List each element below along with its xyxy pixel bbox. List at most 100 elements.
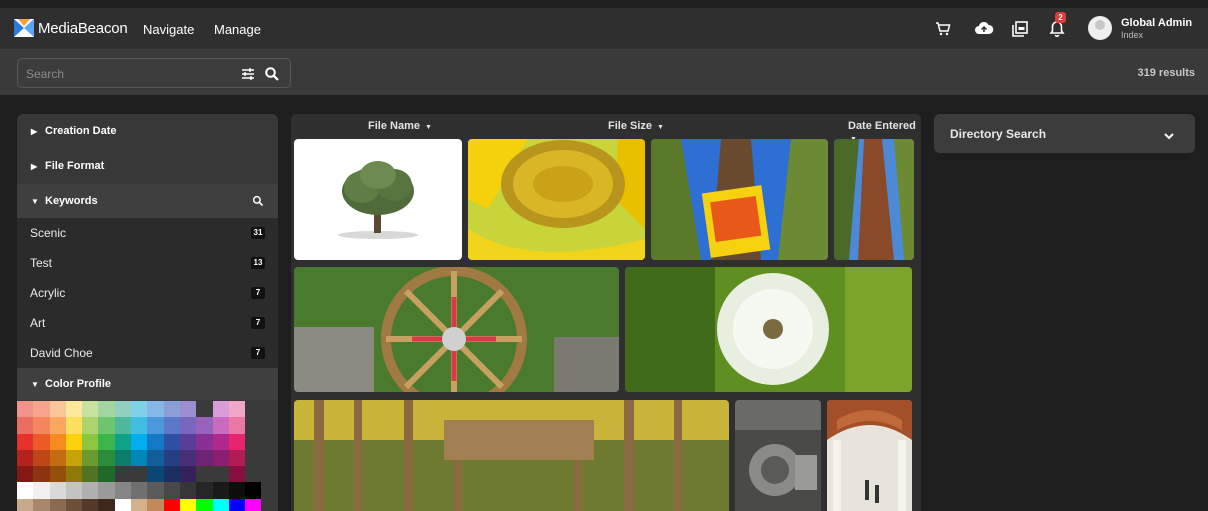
color-swatch[interactable] [98,449,115,467]
color-swatch[interactable] [196,482,213,499]
color-swatch[interactable] [17,482,34,499]
color-swatch[interactable] [261,449,278,467]
sort-file-name[interactable]: File Name ▼ [368,120,432,132]
color-swatch[interactable] [228,482,246,499]
color-swatch[interactable] [17,433,34,450]
color-swatch[interactable] [98,466,115,483]
color-swatch[interactable] [147,449,164,467]
thumb-wagon-wheel[interactable] [294,267,619,392]
color-swatch[interactable] [147,401,164,418]
thumb-engine[interactable] [735,400,821,511]
facet-creation-date[interactable]: ▶ Creation Date [17,114,278,148]
color-swatch[interactable] [49,449,66,467]
color-swatch[interactable] [114,449,132,467]
color-swatch[interactable] [131,433,148,450]
color-swatch[interactable] [147,433,164,450]
color-swatch[interactable] [17,417,34,434]
color-swatch[interactable] [196,401,213,418]
color-swatch[interactable] [114,498,132,511]
color-swatch[interactable] [17,498,34,511]
avatar[interactable] [1088,16,1112,40]
color-swatch[interactable] [65,401,83,418]
color-swatch[interactable] [65,482,83,499]
color-swatch[interactable] [212,449,229,467]
chevron-down-icon[interactable] [1163,128,1175,140]
color-swatch[interactable] [228,433,246,450]
filter-sliders-icon[interactable] [240,66,256,82]
color-swatch[interactable] [33,433,50,450]
color-swatch[interactable] [245,417,262,434]
color-swatch[interactable] [82,466,99,483]
thumb-no-fireworks-sign[interactable] [651,139,828,260]
thumb-sunflower[interactable] [468,139,645,260]
color-swatch[interactable] [49,433,66,450]
color-swatch[interactable] [82,433,99,450]
keyword-item[interactable]: David Choe 7 [17,338,278,368]
color-swatch[interactable] [147,417,164,434]
color-swatch[interactable] [131,401,148,418]
color-swatch[interactable] [98,482,115,499]
color-swatch[interactable] [179,466,197,483]
thumb-dandelion[interactable] [625,267,912,392]
color-swatch[interactable] [33,449,50,467]
color-swatch[interactable] [245,433,262,450]
color-swatch[interactable] [114,417,132,434]
color-swatch[interactable] [17,449,34,467]
color-swatch[interactable] [65,449,83,467]
color-swatch[interactable] [245,401,262,418]
color-swatch[interactable] [147,466,164,483]
color-swatch[interactable] [65,498,83,511]
color-swatch[interactable] [114,466,132,483]
color-swatch[interactable] [65,466,83,483]
color-swatch[interactable] [212,466,229,483]
color-swatch[interactable] [261,498,278,511]
color-swatch[interactable] [49,401,66,418]
facet-file-format[interactable]: ▶ File Format [17,149,278,183]
color-swatch[interactable] [179,482,197,499]
color-swatch[interactable] [163,482,180,499]
color-swatch[interactable] [179,449,197,467]
color-swatch[interactable] [163,498,180,511]
color-swatch[interactable] [163,466,180,483]
keyword-item[interactable]: Test 13 [17,248,278,278]
color-swatch[interactable] [245,482,262,499]
color-swatch[interactable] [65,417,83,434]
color-swatch[interactable] [179,433,197,450]
color-swatch[interactable] [261,466,278,483]
color-swatch[interactable] [261,401,278,418]
nav-navigate[interactable]: Navigate [143,22,194,37]
keyword-item[interactable]: Art 7 [17,308,278,338]
color-swatch[interactable] [212,482,229,499]
color-swatch[interactable] [82,482,99,499]
thumb-wooden-structure[interactable] [294,400,729,511]
color-swatch[interactable] [131,466,148,483]
brand-logo[interactable]: MediaBeacon [14,19,128,37]
color-swatch[interactable] [163,401,180,418]
color-swatch[interactable] [82,449,99,467]
color-swatch[interactable] [163,433,180,450]
color-swatch[interactable] [49,482,66,499]
color-swatch[interactable] [114,482,132,499]
color-swatch[interactable] [245,466,262,483]
color-swatch[interactable] [131,449,148,467]
facet-keywords[interactable]: ▼ Keywords [17,184,278,218]
color-swatch[interactable] [228,449,246,467]
color-swatch[interactable] [33,466,50,483]
color-swatch[interactable] [17,466,34,483]
color-swatch[interactable] [131,417,148,434]
facet-color-profile[interactable]: ▼ Color Profile [17,368,278,400]
color-swatch[interactable] [65,433,83,450]
color-swatch[interactable] [163,449,180,467]
color-swatch[interactable] [179,498,197,511]
thumb-tree[interactable] [294,139,462,260]
color-swatch[interactable] [179,417,197,434]
color-swatch[interactable] [131,498,148,511]
color-swatch[interactable] [228,417,246,434]
user-name[interactable]: Global Admin [1121,17,1192,29]
nav-manage[interactable]: Manage [214,22,261,37]
directory-search-panel[interactable]: Directory Search [934,114,1195,153]
color-swatch[interactable] [163,417,180,434]
thumb-arched-walkway[interactable] [827,400,912,511]
color-swatch[interactable] [261,417,278,434]
color-swatch[interactable] [196,498,213,511]
